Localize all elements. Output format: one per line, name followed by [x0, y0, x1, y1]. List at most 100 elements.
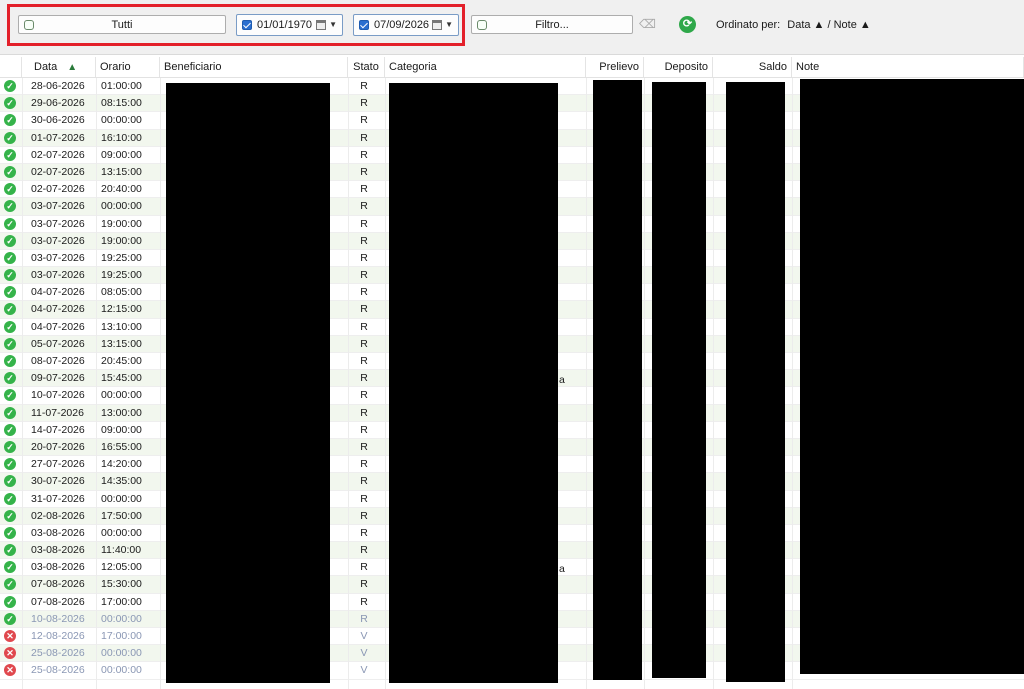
cell-stato: R: [360, 492, 368, 505]
header-categoria[interactable]: Categoria: [385, 57, 586, 77]
reconciled-check-icon: ✓: [4, 458, 16, 471]
cell-time: 13:15:00: [101, 337, 142, 350]
cell-stato: R: [360, 251, 368, 264]
redacted-categoria: [389, 83, 558, 683]
cell-stato: R: [360, 183, 368, 196]
column-divider: [586, 78, 587, 689]
cell-stato: R: [360, 526, 368, 539]
cell-time: 19:25:00: [101, 269, 142, 282]
refresh-icon[interactable]: ⟳: [679, 16, 696, 33]
header-stato[interactable]: Stato: [348, 57, 385, 77]
cell-stato: R: [360, 355, 368, 367]
column-divider: [348, 78, 349, 689]
cell-stato: R: [360, 544, 368, 557]
reconciled-check-icon: ✓: [4, 148, 16, 161]
cell-time: 09:00:00: [101, 148, 142, 161]
header-deposito[interactable]: Deposito: [644, 57, 713, 77]
cell-date: 02-07-2026: [31, 183, 85, 196]
reconciled-check-icon: ✓: [4, 251, 16, 264]
reconciled-check-icon: ✓: [4, 526, 16, 539]
cell-time: 19:00:00: [101, 217, 142, 230]
cell-time: 00:00:00: [101, 612, 142, 625]
reconciled-check-icon: ✓: [4, 612, 16, 625]
cell-time: 17:50:00: [101, 509, 142, 522]
cell-date: 01-07-2026: [31, 131, 85, 144]
cell-stato: R: [360, 303, 368, 316]
cell-time: 13:10:00: [101, 320, 142, 333]
cell-time: 13:00:00: [101, 406, 142, 419]
cell-stato: R: [360, 389, 368, 402]
transactions-grid: Data ▲ Orario Beneficiario Stato Categori…: [0, 57, 1024, 689]
reconciled-check-icon: ✓: [4, 372, 16, 385]
cell-stato: R: [360, 131, 368, 144]
header-data[interactable]: Data ▲: [22, 57, 96, 77]
cell-date: 25-08-2026: [31, 647, 85, 660]
cell-time: 12:15:00: [101, 303, 142, 316]
reconciled-check-icon: ✓: [4, 200, 16, 213]
reconciled-check-icon: ✓: [4, 509, 16, 522]
toolbar: Tutti 01/01/1970 ▼ 07/09/2026 ▼ Filtro..…: [0, 0, 1024, 55]
cell-stato: V: [360, 630, 368, 642]
reconciled-check-icon: ✓: [4, 355, 16, 367]
cell-stato: R: [360, 578, 368, 591]
cell-time: 00:00:00: [101, 526, 142, 539]
cell-date: 27-07-2026: [31, 458, 85, 471]
sort-info: Ordinato per: Data ▲ / Note ▲: [716, 19, 875, 31]
cell-stato: R: [360, 372, 368, 385]
cell-date: 04-07-2026: [31, 286, 85, 299]
reconciled-check-icon: ✓: [4, 578, 16, 591]
reconciled-check-icon: ✓: [4, 303, 16, 316]
cell-time: 14:35:00: [101, 475, 142, 488]
reconciled-check-icon: ✓: [4, 269, 16, 282]
header-beneficiario[interactable]: Beneficiario: [160, 57, 348, 77]
cell-time: 00:00:00: [101, 492, 142, 505]
cell-time: 00:00:00: [101, 114, 142, 127]
header-orario[interactable]: Orario: [96, 57, 160, 77]
header-prelievo[interactable]: Prelievo: [586, 57, 644, 77]
cell-stato: R: [360, 148, 368, 161]
eraser-icon[interactable]: ⌫: [639, 16, 656, 32]
cell-date: 12-08-2026: [31, 630, 85, 642]
cell-date: 03-07-2026: [31, 200, 85, 213]
cell-date: 03-07-2026: [31, 269, 85, 282]
cell-time: 15:30:00: [101, 578, 142, 591]
cell-stato: R: [360, 561, 368, 574]
reconciled-check-icon: ✓: [4, 183, 16, 196]
cell-time: 14:20:00: [101, 458, 142, 471]
reconciled-check-icon: ✓: [4, 595, 16, 608]
reconciled-check-icon: ✓: [4, 114, 16, 127]
column-divider: [644, 78, 645, 689]
reconciled-check-icon: ✓: [4, 286, 16, 299]
grid-header: Data ▲ Orario Beneficiario Stato Categori…: [0, 57, 1024, 78]
cell-stato: R: [360, 440, 368, 453]
column-divider: [792, 78, 793, 689]
header-note[interactable]: Note: [792, 57, 1024, 77]
cell-date: 09-07-2026: [31, 372, 85, 385]
cell-time: 19:00:00: [101, 234, 142, 247]
column-divider: [160, 78, 161, 689]
cell-date: 30-06-2026: [31, 114, 85, 127]
cell-date: 29-06-2026: [31, 97, 85, 110]
cell-time: 17:00:00: [101, 595, 142, 608]
cell-time: 19:25:00: [101, 251, 142, 264]
redacted-note: [800, 79, 1024, 674]
header-status-icon: [0, 57, 22, 77]
cell-stato: R: [360, 97, 368, 110]
reconciled-check-icon: ✓: [4, 406, 16, 419]
sort-prefix: Ordinato per:: [716, 19, 781, 31]
redacted-beneficiario: [166, 83, 330, 683]
header-saldo[interactable]: Saldo: [713, 57, 792, 77]
cell-stato: R: [360, 165, 368, 178]
cell-date: 28-06-2026: [31, 80, 85, 92]
reconciled-check-icon: ✓: [4, 561, 16, 574]
cell-date: 31-07-2026: [31, 492, 85, 505]
cell-time: 16:55:00: [101, 440, 142, 453]
reconciled-check-icon: ✓: [4, 234, 16, 247]
cell-time: 00:00:00: [101, 647, 142, 660]
cell-time: 08:05:00: [101, 286, 142, 299]
cell-stato: R: [360, 234, 368, 247]
cell-time: 20:40:00: [101, 183, 142, 196]
reconciled-check-icon: ✓: [4, 337, 16, 350]
filter-button[interactable]: Filtro...: [471, 15, 633, 34]
cell-date: 07-08-2026: [31, 578, 85, 591]
